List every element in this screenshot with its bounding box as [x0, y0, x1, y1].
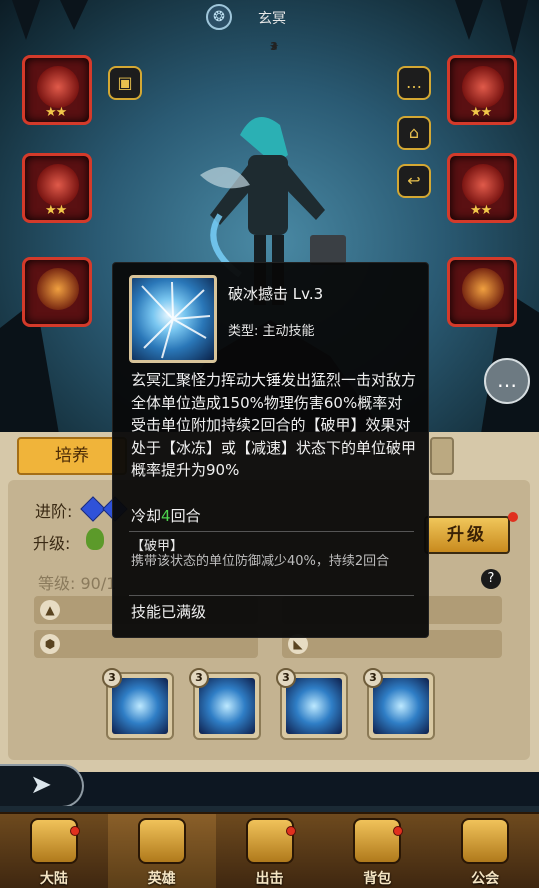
armor-icon[interactable]: ▣	[108, 66, 142, 100]
status-description: 携带该状态的单位防御减少40%，持续2回合	[131, 554, 390, 569]
nav-label: 出击	[255, 871, 284, 887]
equip-stars: ★★	[45, 203, 67, 218]
amulet-icon	[462, 164, 504, 206]
equip-slot-emblem[interactable]	[22, 257, 92, 327]
cooldown-prefix: 冷却	[131, 507, 162, 525]
nav-badge	[285, 826, 296, 836]
lock-icon[interactable]: ⌂	[397, 116, 431, 150]
spear-icon	[37, 66, 79, 108]
charm-icon	[37, 164, 79, 206]
water-element-icon: ❂	[206, 4, 232, 30]
nav-continent[interactable]: 大陆	[0, 814, 108, 888]
tab-other[interactable]	[430, 437, 454, 475]
skill-level: 3	[363, 668, 383, 688]
skill-type: 类型: 主动技能	[228, 324, 315, 339]
ice-smash-skill-icon	[286, 678, 342, 734]
cooldown-value: 4	[161, 507, 171, 525]
equip-stars: ★★	[45, 105, 67, 120]
backpack-icon	[353, 818, 402, 864]
star-rank-icon: ★ 3	[258, 28, 290, 58]
chat-bubble-icon[interactable]: …	[484, 358, 530, 404]
upgrade-badge	[508, 512, 518, 522]
nav-badge	[70, 826, 80, 836]
equip-stars: ★★	[470, 105, 492, 120]
emblem-icon	[37, 268, 79, 310]
decor-spike	[500, 0, 528, 55]
nav-label: 英雄	[147, 871, 176, 887]
skill-tooltip: 破冰撼击 Lv.3 类型: 主动技能 玄冥汇聚怪力挥动大锤发出猛烈一击对敌方全体…	[112, 262, 429, 638]
hero-name: 玄冥	[258, 11, 286, 27]
helmet-icon	[137, 818, 186, 864]
level-text: 等级: 90/1	[38, 574, 117, 593]
exit-icon[interactable]: ↩	[397, 164, 431, 198]
decor-spike	[12, 0, 40, 40]
skill-slot-3[interactable]: 3	[276, 668, 348, 740]
ice-smash-skill-icon	[129, 275, 217, 363]
bottom-nav: 大陆 英雄 出击 背包 公会	[0, 812, 539, 888]
equip-slot-amulet[interactable]: ★★	[447, 153, 517, 223]
helm-icon	[462, 66, 504, 108]
equip-stars: ★★	[470, 203, 492, 218]
decor-spike	[60, 0, 88, 30]
help-icon[interactable]: ?	[481, 569, 501, 589]
nav-hero[interactable]: 英雄	[107, 814, 216, 888]
star-rank-value: 3	[270, 40, 278, 53]
equip-slot-crest[interactable]	[447, 257, 517, 327]
tab-train[interactable]: 培养	[17, 437, 127, 475]
skill-slot-2[interactable]: 3	[189, 668, 261, 740]
equip-slot-helm[interactable]: ★★	[447, 55, 517, 125]
guild-crest-icon	[461, 818, 510, 864]
skill-level: 3	[189, 668, 209, 688]
skill-cooldown: 冷却4回合	[131, 505, 201, 526]
ice-orb-skill-icon	[373, 678, 429, 734]
skill-description: 玄冥汇聚怪力挥动大锤发出猛烈一击对敌方全体单位造成150%物理伤害60%概率对受…	[131, 371, 417, 479]
status-name: 【破甲】	[131, 539, 184, 554]
defense-icon: ⬢	[40, 634, 60, 654]
crest-icon	[462, 268, 504, 310]
ice-burst-icon	[141, 281, 211, 359]
equip-slot-charm[interactable]: ★★	[22, 153, 92, 223]
advance-label: 进阶:	[35, 502, 73, 521]
nav-backpack[interactable]: 背包	[323, 814, 431, 888]
skill-title: 破冰撼击 Lv.3	[228, 285, 324, 303]
nav-guild[interactable]: 公会	[431, 814, 539, 888]
skill-level: 3	[102, 668, 122, 688]
skill-level: 3	[276, 668, 296, 688]
nav-badge	[393, 826, 404, 836]
equip-slot-weapon[interactable]: ★★	[22, 55, 92, 125]
back-arrow-icon: ➤	[30, 770, 52, 800]
upgrade-button[interactable]: 升级	[424, 516, 510, 554]
nav-label: 背包	[363, 871, 392, 887]
divider	[129, 531, 414, 532]
cooldown-suffix: 回合	[170, 507, 201, 525]
upgrade-label: 升级:	[33, 534, 71, 553]
speech-icon[interactable]: …	[397, 66, 431, 100]
potion-icon	[86, 528, 104, 550]
ice-warrior-skill-icon	[199, 678, 255, 734]
nav-label: 公会	[471, 871, 500, 887]
crossed-swords-icon	[245, 818, 294, 864]
decor-spike	[455, 0, 483, 40]
skill-slot-1[interactable]: 3	[102, 668, 174, 740]
nav-battle[interactable]: 出击	[216, 814, 324, 888]
skill-slot-4[interactable]: 3	[363, 668, 435, 740]
back-button[interactable]: ➤	[0, 764, 84, 808]
skill-maxed: 技能已满级	[131, 603, 207, 621]
nav-label: 大陆	[39, 871, 68, 887]
attack-icon: ▲	[40, 600, 60, 620]
divider	[129, 595, 414, 596]
castle-icon	[30, 818, 78, 864]
ice-star-skill-icon	[112, 678, 168, 734]
